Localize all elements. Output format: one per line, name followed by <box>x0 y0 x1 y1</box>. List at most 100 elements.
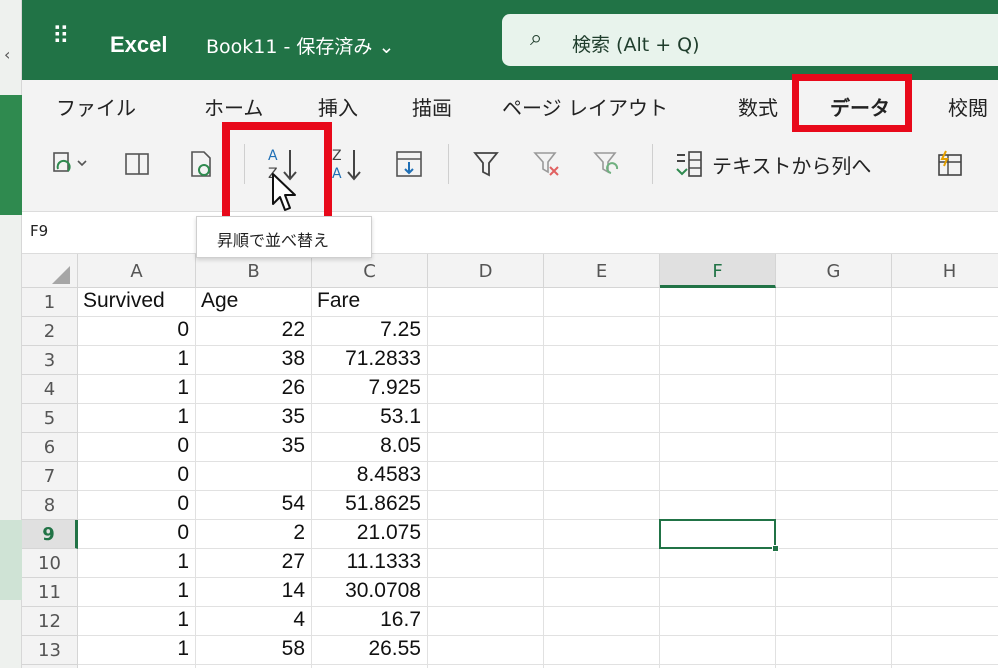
cell-c[interactable]: 8.4583 <box>312 462 428 491</box>
tab-formulas[interactable]: 数式 <box>738 92 778 121</box>
queries-button[interactable] <box>124 142 150 186</box>
clear-filter-button[interactable] <box>532 142 562 186</box>
cell-h[interactable] <box>892 288 998 317</box>
cell-b[interactable]: 38 <box>196 346 312 375</box>
search-box[interactable]: ⌕ 検索 (Alt + Q) <box>502 14 998 66</box>
cell-c[interactable]: 26.55 <box>312 636 428 665</box>
cell-h[interactable] <box>892 520 998 549</box>
tab-file[interactable]: ファイル <box>56 92 136 121</box>
row-header[interactable]: 8 <box>22 491 78 520</box>
cell-g[interactable] <box>776 491 892 520</box>
cell-e[interactable] <box>544 433 660 462</box>
row-header[interactable]: 4 <box>22 375 78 404</box>
cell-e[interactable] <box>544 375 660 404</box>
cell-a[interactable]: 0 <box>78 433 196 462</box>
cell-h[interactable] <box>892 404 998 433</box>
cell-h[interactable] <box>892 346 998 375</box>
cell-a[interactable]: 1 <box>78 346 196 375</box>
cell-b[interactable]: Age <box>196 288 312 317</box>
cell-h[interactable] <box>892 578 998 607</box>
cell-e[interactable] <box>544 317 660 346</box>
column-header-c[interactable]: C <box>312 254 428 288</box>
cell-g[interactable] <box>776 317 892 346</box>
cell-a[interactable]: 0 <box>78 491 196 520</box>
sort-descending-button[interactable]: Z A <box>330 142 366 186</box>
custom-sort-button[interactable] <box>394 142 424 186</box>
cell-e[interactable] <box>544 346 660 375</box>
select-all-corner[interactable] <box>22 254 78 288</box>
app-launcher-icon[interactable]: ⠿ <box>52 24 70 48</box>
cell-b[interactable] <box>196 462 312 491</box>
tab-page-layout[interactable]: ページ レイアウト <box>502 92 668 121</box>
tab-insert[interactable]: 挿入 <box>318 92 358 121</box>
row-header[interactable]: 12 <box>22 607 78 636</box>
cell-b[interactable]: 35 <box>196 433 312 462</box>
cell-d[interactable] <box>428 578 544 607</box>
cell-e[interactable] <box>544 636 660 665</box>
cell-c[interactable]: Fare <box>312 288 428 317</box>
cell-e[interactable] <box>544 491 660 520</box>
row-header[interactable]: 13 <box>22 636 78 665</box>
cell-d[interactable] <box>428 317 544 346</box>
cell-c[interactable]: 11.1333 <box>312 549 428 578</box>
cell-a[interactable]: 1 <box>78 636 196 665</box>
cell-g[interactable] <box>776 520 892 549</box>
cell-d[interactable] <box>428 636 544 665</box>
cell-d[interactable] <box>428 404 544 433</box>
row-header[interactable]: 3 <box>22 346 78 375</box>
name-box[interactable]: F9 <box>30 222 48 240</box>
cell-e[interactable] <box>544 607 660 636</box>
cell-c[interactable]: 53.1 <box>312 404 428 433</box>
tab-home[interactable]: ホーム <box>204 92 263 121</box>
row-header[interactable]: 5 <box>22 404 78 433</box>
row-header[interactable]: 2 <box>22 317 78 346</box>
cell-f[interactable] <box>660 404 776 433</box>
cell-e[interactable] <box>544 520 660 549</box>
cell-f[interactable] <box>660 636 776 665</box>
cell-h[interactable] <box>892 491 998 520</box>
cell-b[interactable]: 54 <box>196 491 312 520</box>
row-header[interactable]: 9 <box>22 520 78 549</box>
document-title[interactable]: Book11 - 保存済み ⌄ <box>206 32 394 59</box>
cell-c[interactable]: 8.05 <box>312 433 428 462</box>
row-header[interactable]: 1 <box>22 288 78 317</box>
column-header-e[interactable]: E <box>544 254 660 288</box>
cell-h[interactable] <box>892 636 998 665</box>
app-name[interactable]: Excel <box>110 32 168 58</box>
cell-f[interactable] <box>660 317 776 346</box>
cell-c[interactable]: 7.25 <box>312 317 428 346</box>
cell-d[interactable] <box>428 288 544 317</box>
cell-h[interactable] <box>892 375 998 404</box>
cell-e[interactable] <box>544 404 660 433</box>
cell-c[interactable]: 71.2833 <box>312 346 428 375</box>
row-header[interactable]: 7 <box>22 462 78 491</box>
cell-a[interactable]: 1 <box>78 578 196 607</box>
cell-a[interactable]: 1 <box>78 404 196 433</box>
cell-f[interactable] <box>660 288 776 317</box>
cell-d[interactable] <box>428 346 544 375</box>
cell-h[interactable] <box>892 317 998 346</box>
cell-b[interactable]: 58 <box>196 636 312 665</box>
cell-f[interactable] <box>660 491 776 520</box>
cell-b[interactable]: 35 <box>196 404 312 433</box>
cell-a[interactable]: 1 <box>78 375 196 404</box>
cell-g[interactable] <box>776 375 892 404</box>
cell-b[interactable]: 4 <box>196 607 312 636</box>
cell-f[interactable] <box>660 578 776 607</box>
cell-g[interactable] <box>776 607 892 636</box>
cell-e[interactable] <box>544 578 660 607</box>
cell-h[interactable] <box>892 549 998 578</box>
cell-d[interactable] <box>428 491 544 520</box>
cell-g[interactable] <box>776 433 892 462</box>
column-header-d[interactable]: D <box>428 254 544 288</box>
cell-c[interactable]: 51.8625 <box>312 491 428 520</box>
cell-h[interactable] <box>892 433 998 462</box>
cell-a[interactable]: Survived <box>78 288 196 317</box>
edit-links-button[interactable] <box>188 142 216 186</box>
flash-fill-button[interactable] <box>936 142 966 186</box>
column-header-a[interactable]: A <box>78 254 196 288</box>
get-data-button[interactable] <box>52 142 92 186</box>
cell-a[interactable]: 1 <box>78 549 196 578</box>
cell-f[interactable] <box>660 375 776 404</box>
row-header[interactable]: 11 <box>22 578 78 607</box>
